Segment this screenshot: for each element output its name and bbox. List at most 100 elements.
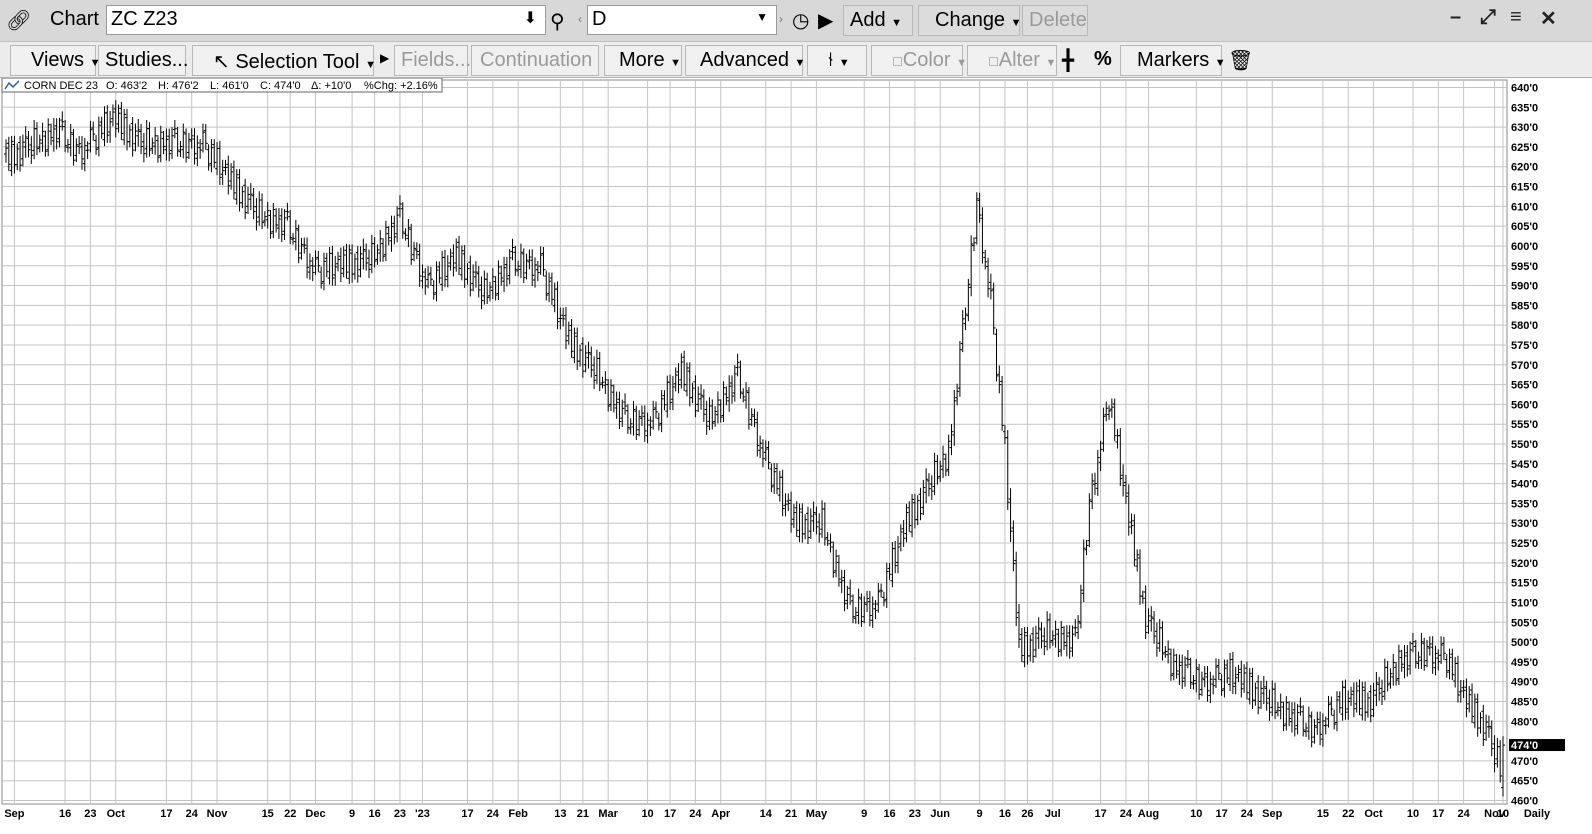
x-tick-label: Sep bbox=[1262, 808, 1282, 820]
x-tick-label: Oct bbox=[107, 808, 126, 820]
y-tick-label: 545'0 bbox=[1511, 459, 1538, 471]
y-tick-label: 540'0 bbox=[1511, 479, 1538, 491]
y-tick-label: 525'0 bbox=[1511, 538, 1538, 550]
y-tick-label: 615'0 bbox=[1511, 182, 1538, 194]
x-tick-label: Mar bbox=[598, 808, 618, 820]
interval-select[interactable]: D ▼ bbox=[587, 5, 777, 35]
x-tick-label: 10 bbox=[1407, 808, 1419, 820]
alter-button[interactable]: ☐Alter ▼ bbox=[967, 45, 1057, 76]
x-tick-label: Feb bbox=[508, 808, 528, 820]
y-tick-label: 490'0 bbox=[1511, 677, 1538, 689]
expand-icon[interactable]: ⤢ bbox=[1480, 6, 1496, 29]
fields-label: Fields... bbox=[401, 49, 472, 71]
x-tick-label: 24 bbox=[1457, 808, 1470, 820]
chevron-down-icon: ▼ bbox=[891, 17, 903, 29]
x-tick-label: 17 bbox=[160, 808, 172, 820]
studies-button[interactable]: Studies... bbox=[98, 45, 189, 76]
chart-grid bbox=[1, 79, 1508, 805]
y-tick-label: 630'0 bbox=[1511, 122, 1538, 134]
bar-style-button[interactable]: ⫮ ▼ bbox=[807, 45, 867, 76]
y-tick-label: 605'0 bbox=[1511, 221, 1538, 233]
clock-icon[interactable]: ◷ bbox=[792, 8, 809, 33]
x-tick-label: 16 bbox=[999, 808, 1011, 820]
y-tick-label: 530'0 bbox=[1511, 518, 1538, 530]
x-tick-label: 14 bbox=[760, 808, 773, 820]
prev-interval-icon[interactable]: ‹ bbox=[578, 12, 582, 26]
y-tick-label: 620'0 bbox=[1511, 162, 1538, 174]
y-tick-label: 480'0 bbox=[1511, 716, 1538, 728]
advanced-button[interactable]: Advanced ▼ bbox=[685, 45, 806, 76]
y-tick-label: 555'0 bbox=[1511, 419, 1538, 431]
x-tick-label: 17 bbox=[1094, 808, 1106, 820]
crosshair-icon[interactable]: ╋ bbox=[1062, 48, 1074, 73]
menu-icon[interactable]: ≡ bbox=[1510, 6, 1522, 29]
change-button[interactable]: Change ▼ bbox=[918, 5, 1022, 36]
views-label: Views bbox=[31, 49, 84, 71]
y-tick-label: 470'0 bbox=[1511, 756, 1538, 768]
y-tick-label: 495'0 bbox=[1511, 657, 1538, 669]
y-tick-label: 520'0 bbox=[1511, 558, 1538, 570]
y-tick-label: 535'0 bbox=[1511, 498, 1538, 510]
selection-tool-button[interactable]: ↖ Selection Tool ▼ bbox=[192, 45, 376, 76]
link-icon[interactable]: 🔗︎ bbox=[6, 8, 31, 33]
add-label: Add bbox=[850, 9, 886, 31]
continuation-button[interactable]: Continuation bbox=[471, 45, 599, 76]
x-tick-label: 9 bbox=[349, 808, 355, 820]
x-tick-label: Nov bbox=[207, 808, 229, 820]
y-tick-label: 610'0 bbox=[1511, 201, 1538, 213]
main-toolbar: 🔗︎ Chart ZC Z23 ⬇︎ ⚲ ‹ D ▼ › ◷ ▶ Add ▼ C… bbox=[0, 0, 1592, 42]
close-icon[interactable]: ✕ bbox=[1540, 6, 1557, 31]
x-tick-label: Dec bbox=[305, 808, 325, 820]
y-tick-label: 580'0 bbox=[1511, 320, 1538, 332]
interval-value: D bbox=[592, 8, 607, 30]
x-tick-label: Apr bbox=[711, 808, 731, 820]
last-price-label: 474'0 bbox=[1511, 740, 1538, 752]
y-tick-label: 575'0 bbox=[1511, 340, 1538, 352]
y-tick-label: 500'0 bbox=[1511, 637, 1538, 649]
symbol-input[interactable]: ZC Z23 ⬇︎ bbox=[106, 5, 546, 35]
y-tick-label: 515'0 bbox=[1511, 578, 1538, 590]
y-tick-label: 625'0 bbox=[1511, 142, 1538, 154]
chevron-down-icon: ▼ bbox=[365, 59, 376, 71]
change-label: Change bbox=[935, 9, 1006, 31]
y-tick-label: 485'0 bbox=[1511, 696, 1538, 708]
frequency-label: Daily bbox=[1524, 808, 1551, 820]
info-symbol: CORN DEC 23 bbox=[24, 80, 98, 92]
info-low: L: 461'0 bbox=[210, 80, 249, 92]
info-pct-change: %Chg: +2.16% bbox=[364, 80, 438, 92]
y-tick-label: 460'0 bbox=[1511, 796, 1538, 808]
x-tick-label: 21 bbox=[785, 808, 797, 820]
more-button[interactable]: More ▼ bbox=[604, 45, 682, 76]
markers-button[interactable]: Markers ▼ bbox=[1120, 45, 1226, 76]
price-chart[interactable]: 640'0 635'0 630'0 625'0 620'0 615'0 610'0 605'0… bbox=[0, 78, 1592, 834]
y-tick-label: 565'0 bbox=[1511, 380, 1538, 392]
y-tick-label: 640'0 bbox=[1511, 83, 1538, 95]
chevron-right-icon[interactable]: ▶ bbox=[380, 51, 389, 65]
chevron-down-icon: ▼ bbox=[838, 57, 850, 69]
studies-label: Studies... bbox=[105, 49, 189, 71]
chevron-down-icon: ▼ bbox=[794, 57, 806, 69]
delete-button[interactable]: Delete bbox=[1022, 5, 1088, 36]
minimize-icon[interactable]: – bbox=[1450, 6, 1461, 29]
percent-button[interactable]: % bbox=[1094, 48, 1112, 71]
add-button[interactable]: Add ▼ bbox=[843, 5, 913, 36]
x-tick-label: 10 bbox=[641, 808, 653, 820]
chevron-down-icon[interactable]: ▼ bbox=[756, 10, 768, 24]
color-button[interactable]: ☐Color ▼ bbox=[871, 45, 967, 76]
y-tick-label: 560'0 bbox=[1511, 399, 1538, 411]
markers-label: Markers bbox=[1137, 49, 1210, 71]
next-interval-icon[interactable]: › bbox=[779, 12, 783, 26]
y-tick-label: 600'0 bbox=[1511, 241, 1538, 253]
play-icon[interactable]: ▶ bbox=[818, 8, 833, 33]
search-icon[interactable]: ⚲ bbox=[550, 9, 565, 34]
x-tick-label: 10 bbox=[1190, 808, 1202, 820]
x-tick-label: 17 bbox=[664, 808, 676, 820]
y-tick-label: 590'0 bbox=[1511, 281, 1538, 293]
selection-tool-label: Selection Tool bbox=[235, 51, 360, 73]
trash-icon[interactable]: 🗑︎ bbox=[1228, 48, 1253, 73]
fields-button[interactable]: Fields... bbox=[394, 45, 472, 76]
views-button[interactable]: Views ▼ bbox=[10, 45, 100, 76]
download-arrow-icon[interactable]: ⬇︎ bbox=[524, 8, 537, 28]
delete-label: Delete bbox=[1029, 9, 1087, 31]
x-tick-label: 16 bbox=[368, 808, 380, 820]
